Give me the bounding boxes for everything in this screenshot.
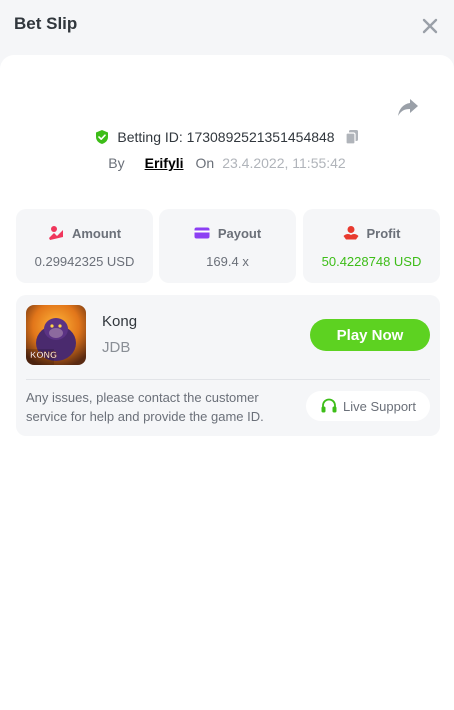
- payout-stat-header: Payout: [159, 224, 296, 242]
- game-thumb-text: KONG: [30, 350, 57, 360]
- game-panel: KONG Kong JDB Play Now Any issues, pleas…: [16, 295, 440, 436]
- card-icon: [194, 227, 210, 239]
- hand-coin-icon: [343, 226, 359, 240]
- headset-icon: [321, 398, 337, 413]
- play-now-button[interactable]: Play Now: [310, 319, 430, 351]
- game-provider: JDB: [102, 339, 131, 356]
- bet-date: 23.4.2022, 11:55:42: [222, 155, 346, 171]
- betting-id-value: 1730892521351454848: [186, 129, 335, 145]
- betting-id-label: Betting ID:: [117, 129, 183, 145]
- close-icon[interactable]: [420, 16, 440, 36]
- game-thumbnail[interactable]: KONG: [26, 305, 86, 365]
- copy-icon[interactable]: [344, 129, 360, 145]
- profit-stat: Profit 50.4228748 USD: [303, 209, 440, 283]
- support-notice: Any issues, please contact the customer …: [26, 390, 264, 424]
- profit-label: Profit: [366, 225, 401, 241]
- profit-value: 50.4228748 USD: [321, 254, 422, 269]
- bet-author-row: By Erifyli On 23.4.2022, 11:55:42: [0, 153, 454, 173]
- game-name: Kong: [102, 313, 138, 330]
- amount-value: 0.29942325 USD: [34, 254, 135, 269]
- page-title: Bet Slip: [14, 14, 78, 33]
- by-label: By: [108, 155, 125, 171]
- payout-stat: Payout 169.4 x: [159, 209, 296, 283]
- live-support-button[interactable]: Live Support: [306, 391, 430, 421]
- shield-check-icon: [96, 130, 109, 144]
- payout-value: 169.4 x: [206, 254, 249, 269]
- on-label: On: [195, 155, 215, 171]
- payout-label: Payout: [217, 225, 262, 241]
- divider: [26, 379, 430, 380]
- coins-icon: [48, 226, 63, 240]
- amount-label: Amount: [71, 225, 122, 241]
- share-icon[interactable]: [396, 95, 420, 119]
- profit-stat-header: Profit: [303, 224, 440, 242]
- header: Bet Slip: [0, 0, 454, 52]
- amount-stat-header: Amount: [16, 224, 153, 242]
- user-link[interactable]: Erifyli: [145, 155, 184, 171]
- live-support-label: Live Support: [343, 398, 416, 414]
- betting-id-row: Betting ID: 1730892521351454848: [0, 127, 454, 147]
- amount-stat: Amount 0.29942325 USD: [16, 209, 153, 283]
